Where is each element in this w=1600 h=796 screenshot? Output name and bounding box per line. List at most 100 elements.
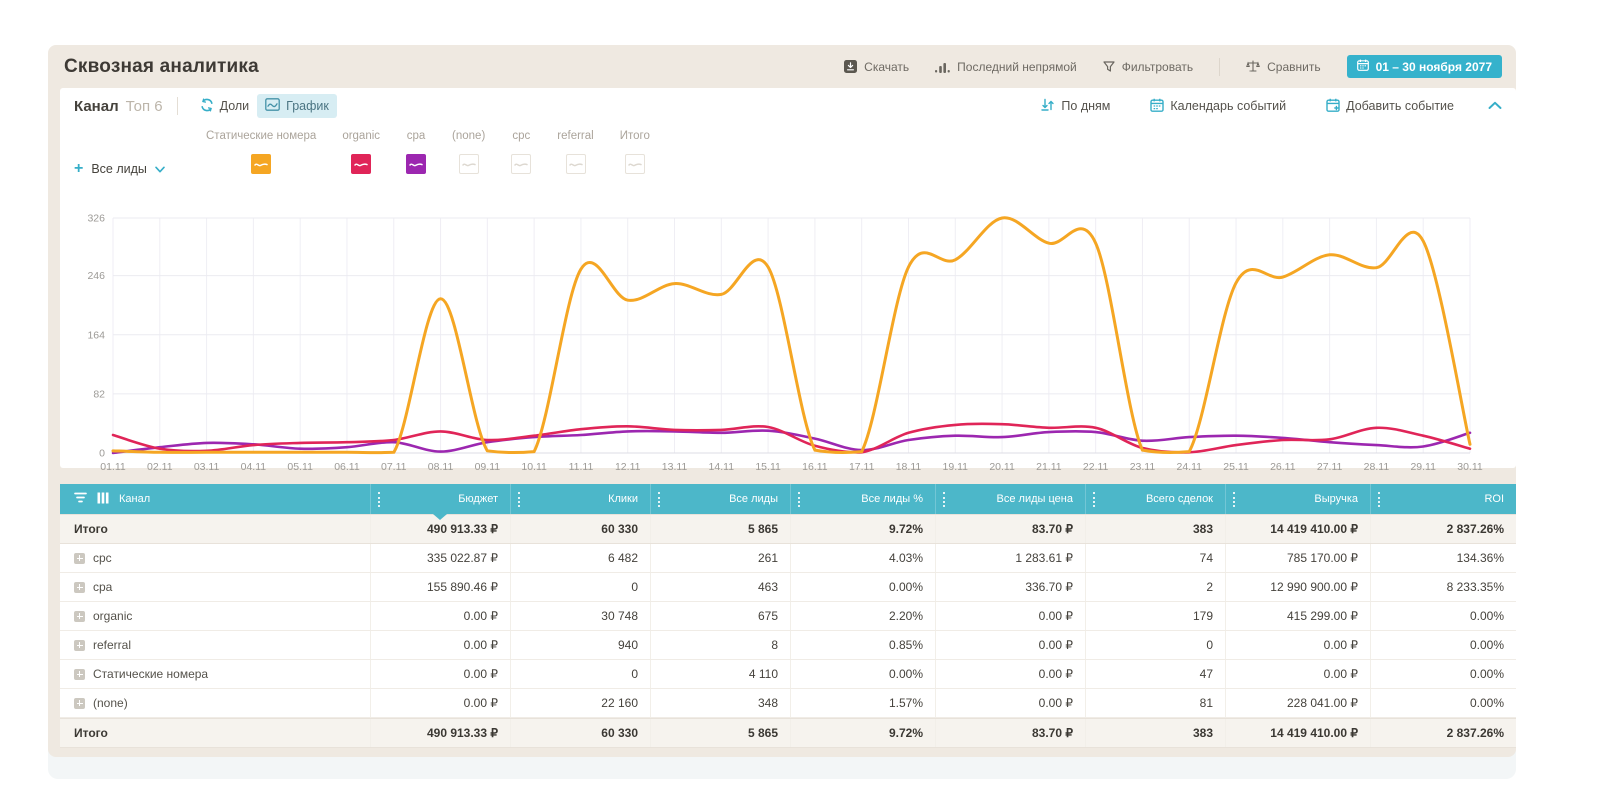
expand-row-icon[interactable] [74, 640, 85, 651]
cell-клики: 940 [510, 631, 650, 659]
legend-item-0[interactable]: Статические номера [206, 130, 316, 174]
wave-icon [627, 156, 643, 172]
column-header-label[interactable]: Все лиды % [861, 493, 923, 505]
channel-name: Статические номера [93, 667, 208, 681]
table-row: cpc335 022.87 ₽6 4822614.03%1 283.61 ₽74… [60, 544, 1516, 573]
column-header-label[interactable]: Клики [608, 493, 638, 505]
cell-выручка: 785 170.00 ₽ [1225, 544, 1370, 572]
x-axis-tick-label: 27.11 [1317, 461, 1343, 473]
cell-roi: 2 837.26% [1370, 515, 1516, 543]
legend-item-6[interactable]: Итого [620, 130, 650, 174]
x-axis-tick-label: 28.11 [1364, 461, 1390, 473]
column-header-6: Всего сделок [1085, 484, 1225, 514]
shares-view-button[interactable]: Доли [192, 94, 258, 119]
legend-swatch-toggle[interactable] [566, 154, 586, 174]
cell-roi: 0.00% [1370, 689, 1516, 717]
column-menu-icon[interactable] [518, 492, 520, 507]
expand-row-icon[interactable] [74, 553, 85, 564]
column-header-label[interactable]: Канал [119, 493, 150, 505]
column-menu-icon[interactable] [658, 492, 660, 507]
column-menu-icon[interactable] [1378, 492, 1380, 507]
channel-cell[interactable]: Статические номера [60, 660, 370, 688]
column-menu-icon[interactable] [1093, 492, 1095, 507]
x-axis-tick-label: 01.11 [100, 461, 126, 473]
cell-все-лиды-: 1.57% [790, 689, 935, 717]
cell-бюджет: 0.00 ₽ [370, 602, 510, 630]
title-bar: Сквозная аналитика Скачать Последний неп… [48, 45, 1516, 88]
legend-swatch-toggle[interactable] [625, 154, 645, 174]
graph-view-button[interactable]: График [257, 94, 337, 118]
column-header-label[interactable]: Выручка [1314, 493, 1358, 505]
title-actions: Скачать Последний непрямой Фильтровать [844, 55, 1502, 78]
legend-swatch-toggle[interactable] [406, 154, 426, 174]
legend-item-1[interactable]: organic [342, 130, 380, 174]
add-event-button[interactable]: Добавить событие [1318, 94, 1462, 119]
cell-бюджет: 0.00 ₽ [370, 631, 510, 659]
cell-выручка: 415 299.00 ₽ [1225, 602, 1370, 630]
column-header-label[interactable]: Все лиды цена [997, 493, 1073, 505]
column-menu-icon[interactable] [378, 492, 380, 507]
page-title: Сквозная аналитика [64, 56, 259, 78]
cell-roi: 8 233.35% [1370, 573, 1516, 601]
column-header-4: Все лиды % [790, 484, 935, 514]
expand-row-icon[interactable] [74, 669, 85, 680]
cell-выручка: 228 041.00 ₽ [1225, 689, 1370, 717]
cell-клики: 22 160 [510, 689, 650, 717]
legend-item-3[interactable]: (none) [452, 130, 485, 174]
channel-cell[interactable]: organic [60, 602, 370, 630]
legend-swatch-toggle[interactable] [251, 154, 271, 174]
x-axis-tick-label: 09.11 [475, 461, 501, 473]
add-metric-icon[interactable]: + [74, 161, 83, 177]
legend-swatch-toggle[interactable] [351, 154, 371, 174]
channel-cell[interactable]: (none) [60, 689, 370, 717]
legend-item-2[interactable]: cpa [406, 130, 426, 174]
cell-все-лиды: 261 [650, 544, 790, 572]
channel-name: cpa [93, 580, 112, 594]
channel-cell[interactable]: cpc [60, 544, 370, 572]
legend-swatch-toggle[interactable] [511, 154, 531, 174]
events-calendar-button[interactable]: Календарь событий [1142, 94, 1294, 119]
column-header-label[interactable]: Бюджет [458, 493, 498, 505]
legend-item-5[interactable]: referral [557, 130, 593, 174]
x-axis-tick-label: 04.11 [241, 461, 267, 473]
table-columns-icon[interactable] [97, 492, 109, 507]
filter-icon [1103, 61, 1115, 73]
cell-все-лиды: 5 865 [650, 515, 790, 543]
calendar-icon [1357, 59, 1369, 74]
expand-row-icon[interactable] [74, 582, 85, 593]
column-header-2: Клики [510, 484, 650, 514]
column-menu-icon[interactable] [1233, 492, 1235, 507]
expand-row-icon[interactable] [74, 611, 85, 622]
attribution-label: Последний непрямой [957, 60, 1077, 74]
collapse-chart-button[interactable] [1488, 97, 1502, 115]
download-button[interactable]: Скачать [844, 60, 909, 74]
column-header-label[interactable]: ROI [1484, 493, 1504, 505]
table-filter-icon[interactable] [74, 492, 87, 506]
legend-swatch-toggle[interactable] [459, 154, 479, 174]
chart-toolbar: Канал Топ 6 Доли График [60, 88, 1516, 124]
legend-item-label: cpa [407, 130, 426, 146]
column-menu-icon[interactable] [798, 492, 800, 507]
channel-cell[interactable]: referral [60, 631, 370, 659]
date-range-button[interactable]: 01 – 30 ноября 2077 [1347, 55, 1502, 78]
filter-button[interactable]: Фильтровать [1103, 60, 1193, 74]
donut-refresh-icon [200, 98, 214, 115]
legend-item-4[interactable]: cpc [511, 130, 531, 174]
cell-клики: 0 [510, 660, 650, 688]
x-axis-tick-label: 06.11 [334, 461, 360, 473]
attribution-model-button[interactable]: Последний непрямой [935, 60, 1077, 74]
column-header-label[interactable]: Все лиды [729, 493, 778, 505]
cell-все-лиды-цена: 0.00 ₽ [935, 602, 1085, 630]
divider [1219, 58, 1220, 76]
compare-button[interactable]: Сравнить [1246, 60, 1320, 74]
x-axis-tick-label: 29.11 [1410, 461, 1436, 473]
channel-cell[interactable]: cpa [60, 573, 370, 601]
expand-row-icon[interactable] [74, 698, 85, 709]
by-days-button[interactable]: По дням [1033, 94, 1118, 118]
column-header-label[interactable]: Всего сделок [1146, 493, 1213, 505]
top-n-label: Топ 6 [126, 98, 163, 115]
cell-все-лиды-: 0.85% [790, 631, 935, 659]
metric-selector[interactable]: + Все лиды [74, 160, 165, 178]
column-menu-icon[interactable] [943, 492, 945, 507]
cell-все-лиды-цена: 0.00 ₽ [935, 689, 1085, 717]
